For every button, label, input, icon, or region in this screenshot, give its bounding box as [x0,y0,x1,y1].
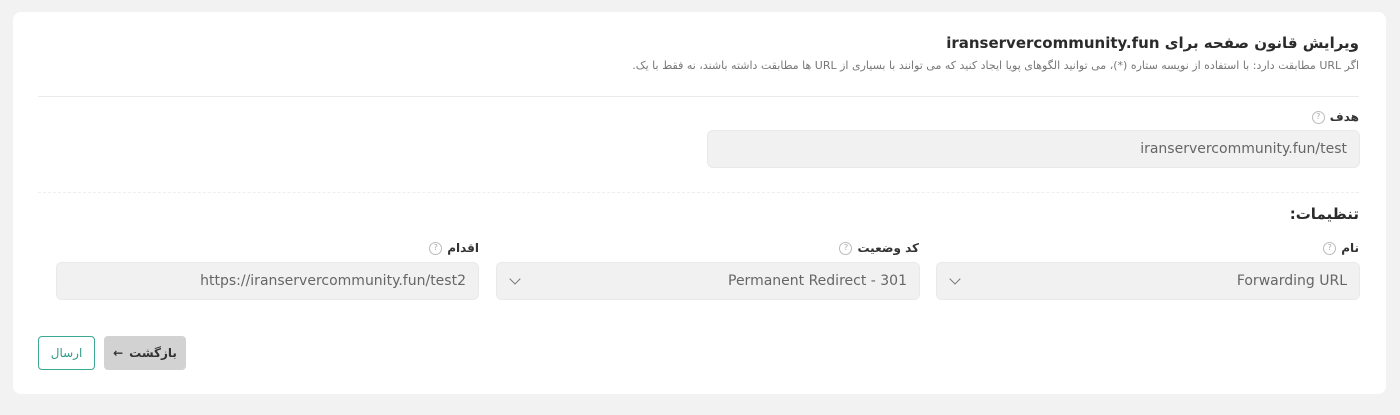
section-divider [38,192,1359,193]
help-icon[interactable]: ? [839,241,853,255]
target-label-group: هدف ? [1311,110,1359,124]
submit-button-label: ارسال [50,346,83,360]
name-select[interactable]: Forwarding URL [936,262,1360,300]
page-subtitle: اگر URL مطابقت دارد: با استفاده از نویسه… [632,59,1359,72]
action-input-value: https://iranservercommunity.fun/test2 [200,273,466,289]
help-icon[interactable]: ? [1311,110,1325,124]
action-input[interactable]: https://iranservercommunity.fun/test2 [56,262,479,300]
help-icon[interactable]: ? [1323,241,1337,255]
name-select-value: Forwarding URL [1236,273,1347,289]
status-code-value: Permanent Redirect - 301 [728,273,907,289]
header-divider [38,96,1359,97]
settings-title: تنظیمات: [1289,205,1359,223]
name-label-group: نام ? [1323,241,1359,255]
status-label-group: کد وضعیت ? [839,241,919,255]
target-input-value: iranservercommunity.fun/test [1140,141,1347,157]
target-input[interactable]: iranservercommunity.fun/test [707,130,1360,168]
help-icon[interactable]: ? [429,241,443,255]
back-button-label: بازگشت [129,346,177,360]
submit-button[interactable]: ارسال [38,336,95,370]
action-label-group: اقدام ? [429,241,479,255]
page-rule-card: ویرایش قانون صفحه برای iranservercommuni… [13,12,1386,394]
target-label: هدف [1329,110,1359,124]
status-code-label: کد وضعیت [857,241,919,255]
name-label: نام [1341,241,1359,255]
chevron-down-icon [509,273,521,285]
back-button[interactable]: بازگشت ← [104,336,186,370]
status-code-select[interactable]: Permanent Redirect - 301 [496,262,920,300]
arrow-left-icon: ← [113,346,124,360]
page-title: ویرایش قانون صفحه برای iranservercommuni… [946,34,1359,52]
action-label: اقدام [447,241,479,255]
chevron-down-icon [949,273,961,285]
